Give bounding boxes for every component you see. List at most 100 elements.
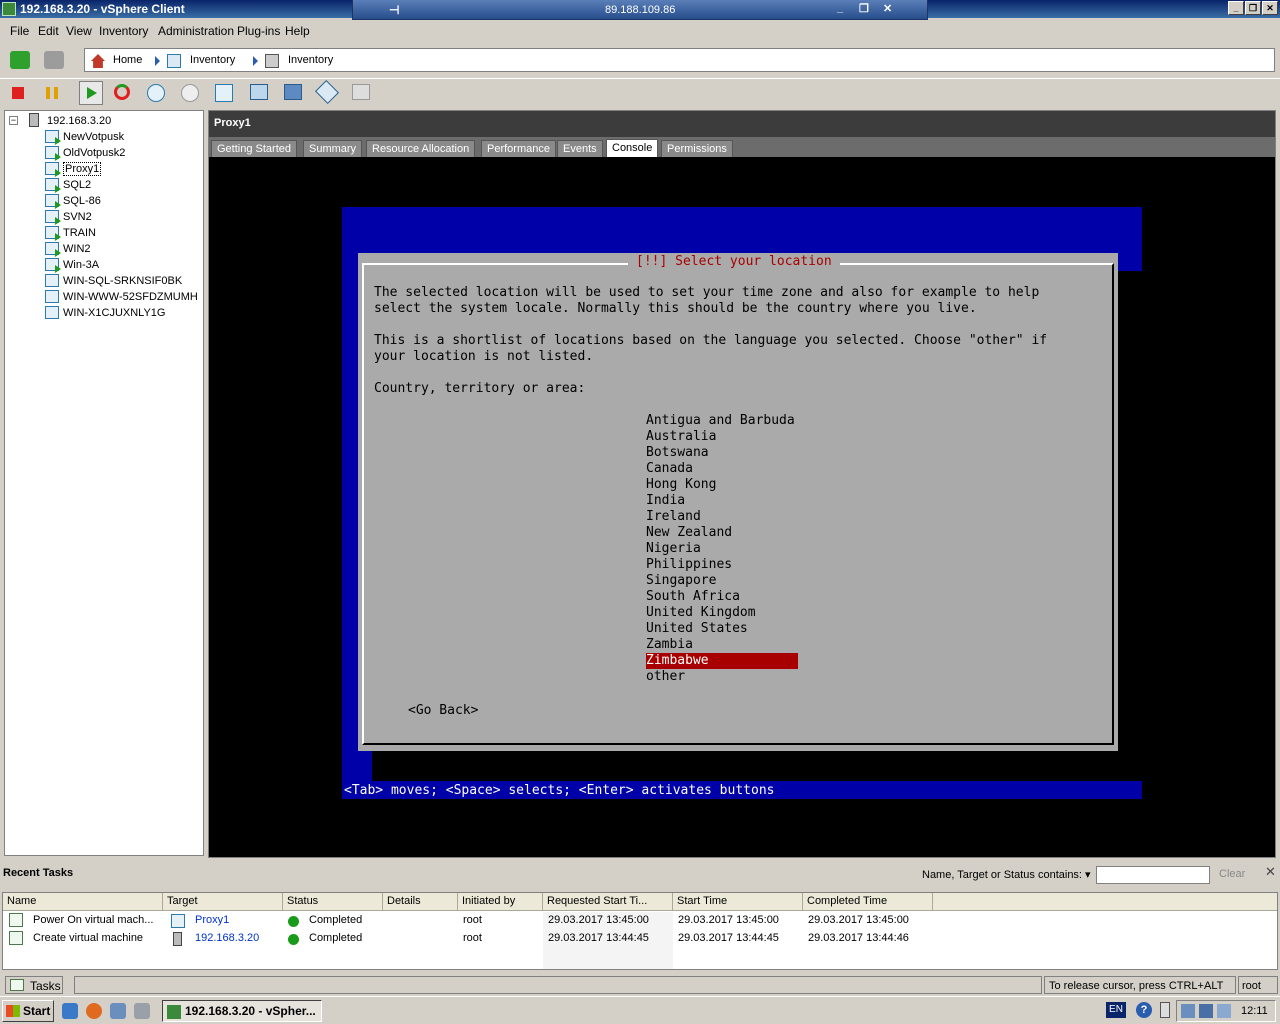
location-option[interactable]: Hong Kong xyxy=(646,477,798,493)
language-indicator[interactable]: EN xyxy=(1106,1002,1126,1018)
location-option[interactable]: Botswana xyxy=(646,445,798,461)
tab-performance[interactable]: Performance xyxy=(481,140,556,157)
chevron-right-icon[interactable] xyxy=(253,56,258,66)
power-on-button[interactable] xyxy=(79,81,103,105)
menu-view[interactable]: View xyxy=(66,24,92,38)
ie-icon[interactable] xyxy=(62,1003,78,1019)
location-option[interactable]: India xyxy=(646,493,798,509)
chevron-right-icon[interactable] xyxy=(155,56,160,66)
tab-events[interactable]: Events xyxy=(557,140,603,157)
location-option[interactable]: Nigeria xyxy=(646,541,798,557)
revert-snapshot-icon[interactable] xyxy=(181,84,199,102)
menu-help[interactable]: Help xyxy=(285,24,310,38)
location-option[interactable]: Antigua and Barbuda xyxy=(646,413,798,429)
tree-vm-row[interactable]: Win-3A xyxy=(43,257,203,273)
tab-resource-allocation[interactable]: Resource Allocation xyxy=(366,140,476,157)
tree-host-row[interactable]: − 192.168.3.20 xyxy=(9,113,189,129)
location-option[interactable]: other xyxy=(646,669,798,685)
vm-console[interactable]: [!!] Select your location The selected l… xyxy=(210,157,1274,857)
location-option[interactable]: Singapore xyxy=(646,573,798,589)
explorer-icon[interactable] xyxy=(110,1003,126,1019)
forward-arrow-icon[interactable] xyxy=(44,51,64,69)
filter-input[interactable] xyxy=(1096,866,1210,884)
menu-edit[interactable]: Edit xyxy=(38,24,59,38)
close-tasks-icon[interactable]: ✕ xyxy=(1265,864,1276,880)
task-target[interactable]: Proxy1 xyxy=(195,912,229,930)
rdp-restore-icon[interactable]: ❐ xyxy=(859,2,869,15)
taskbar-app-button[interactable]: 192.168.3.20 - vSpher... xyxy=(162,1000,322,1022)
column-header-details[interactable]: Details xyxy=(383,893,458,911)
menu-administration[interactable]: Administration xyxy=(158,24,234,38)
tree-vm-row[interactable]: TRAIN xyxy=(43,225,203,241)
column-header-initiated-by[interactable]: Initiated by xyxy=(458,893,543,911)
collapse-icon[interactable]: − xyxy=(9,116,18,125)
restore-button[interactable]: ❐ xyxy=(1245,1,1261,15)
go-back-button[interactable]: <Go Back> xyxy=(408,703,478,719)
location-option[interactable]: Zimbabwe xyxy=(646,653,798,669)
tree-vm-row[interactable]: OldVotpusk2 xyxy=(43,145,203,161)
rdp-close-icon[interactable]: ✕ xyxy=(883,2,892,15)
network-icon[interactable] xyxy=(1181,1004,1195,1018)
task-target[interactable]: 192.168.3.20 xyxy=(195,930,259,948)
monitor-icon[interactable] xyxy=(1217,1004,1231,1018)
location-option[interactable]: New Zealand xyxy=(646,525,798,541)
menu-plugins[interactable]: Plug-ins xyxy=(237,24,280,38)
tree-vm-row[interactable]: WIN2 xyxy=(43,241,203,257)
tree-vm-row[interactable]: SQL-86 xyxy=(43,193,203,209)
rdp-minimize-icon[interactable]: _ xyxy=(837,2,843,14)
start-button[interactable]: Start xyxy=(2,1000,54,1022)
tab-permissions[interactable]: Permissions xyxy=(661,140,733,157)
location-option[interactable]: Ireland xyxy=(646,509,798,525)
reset-icon[interactable] xyxy=(114,84,130,100)
tree-vm-row[interactable]: NewVotpusk xyxy=(43,129,203,145)
location-option[interactable]: Canada xyxy=(646,461,798,477)
show-desktop-icon[interactable] xyxy=(134,1003,150,1019)
close-button[interactable]: ✕ xyxy=(1262,1,1278,15)
location-option[interactable]: United States xyxy=(646,621,798,637)
breadcrumb-inventory-2[interactable]: Inventory xyxy=(288,54,333,66)
menu-file[interactable]: File xyxy=(10,24,29,38)
table-row[interactable]: Create virtual machine 192.168.3.20 Comp… xyxy=(3,930,1277,948)
tree-vm-row[interactable]: SQL2 xyxy=(43,177,203,193)
tab-summary[interactable]: Summary xyxy=(303,140,363,157)
snapshot-icon[interactable] xyxy=(147,84,165,102)
power-off-icon[interactable] xyxy=(12,87,24,99)
pin-icon[interactable]: ⊣ xyxy=(389,3,399,17)
column-header-requested-start[interactable]: Requested Start Ti... xyxy=(543,893,673,911)
location-option[interactable]: Zambia xyxy=(646,637,798,653)
column-header-start-time[interactable]: Start Time xyxy=(673,893,803,911)
menu-inventory[interactable]: Inventory xyxy=(99,24,148,38)
pointer-icon[interactable] xyxy=(1160,1002,1170,1018)
back-arrow-icon[interactable] xyxy=(10,51,30,69)
breadcrumb-home[interactable]: Home xyxy=(113,54,142,66)
tools-icon[interactable] xyxy=(352,84,370,100)
table-row[interactable]: Power On virtual mach... Proxy1 Complete… xyxy=(3,912,1277,930)
snapshot-manager-icon[interactable] xyxy=(215,84,233,102)
location-option[interactable]: South Africa xyxy=(646,589,798,605)
column-header-status[interactable]: Status xyxy=(283,893,383,911)
tab-console[interactable]: Console xyxy=(606,139,659,157)
network-icon[interactable] xyxy=(1199,1004,1213,1018)
tree-vm-row[interactable]: WIN-WWW-52SFDZMUMH xyxy=(43,289,203,305)
breadcrumb-inventory-1[interactable]: Inventory xyxy=(190,54,235,66)
console-icon[interactable] xyxy=(250,84,268,100)
location-option[interactable]: Philippines xyxy=(646,557,798,573)
tree-vm-row[interactable]: WIN-SQL-SRKNSIF0BK xyxy=(43,273,203,289)
migrate-icon[interactable] xyxy=(284,84,302,100)
suspend-icon[interactable] xyxy=(46,87,58,99)
help-icon[interactable]: ? xyxy=(1136,1002,1152,1018)
filter-label[interactable]: Name, Target or Status contains: ▾ xyxy=(922,868,1091,881)
edit-settings-icon[interactable] xyxy=(314,79,340,105)
location-option[interactable]: United Kingdom xyxy=(646,605,798,621)
tree-vm-row[interactable]: WIN-X1CJUXNLY1G xyxy=(43,305,203,321)
location-option[interactable]: Australia xyxy=(646,429,798,445)
column-header-name[interactable]: Name xyxy=(3,893,163,911)
column-header-completed-time[interactable]: Completed Time xyxy=(803,893,933,911)
minimize-button[interactable]: _ xyxy=(1228,1,1244,15)
firefox-icon[interactable] xyxy=(86,1003,102,1019)
column-header-target[interactable]: Target xyxy=(163,893,283,911)
tree-vm-row[interactable]: SVN2 xyxy=(43,209,203,225)
tasks-button[interactable]: Tasks xyxy=(5,976,63,994)
clear-button[interactable]: Clear xyxy=(1219,868,1245,880)
tree-vm-row[interactable]: Proxy1 xyxy=(43,161,203,177)
